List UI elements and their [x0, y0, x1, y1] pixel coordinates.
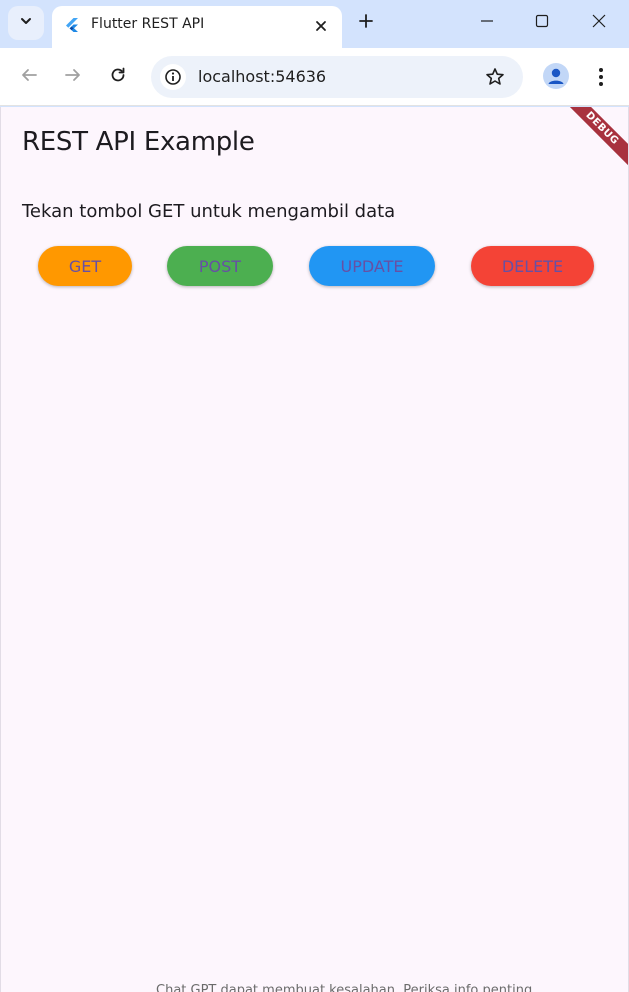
maximize-icon: [535, 14, 549, 33]
address-bar[interactable]: localhost:54636: [151, 56, 523, 98]
close-window-button[interactable]: [571, 0, 627, 46]
reload-icon: [109, 66, 127, 89]
maximize-button[interactable]: [514, 0, 570, 46]
kebab-menu-icon[interactable]: [588, 62, 614, 92]
app-page: DEBUG REST API Example Tekan tombol GET …: [0, 107, 629, 992]
browser-tab[interactable]: Flutter REST API: [52, 6, 342, 48]
page-title: REST API Example: [22, 127, 255, 157]
star-icon[interactable]: [483, 65, 507, 89]
info-icon[interactable]: [160, 64, 186, 90]
update-button[interactable]: UPDATE: [309, 246, 435, 286]
get-button[interactable]: GET: [38, 246, 132, 286]
post-button[interactable]: POST: [167, 246, 273, 286]
close-icon: [592, 14, 606, 33]
arrow-left-icon: [20, 66, 38, 89]
tab-strip: Flutter REST API: [0, 0, 629, 48]
reload-button[interactable]: [101, 60, 135, 94]
debug-banner: DEBUG: [554, 107, 628, 177]
minimize-icon: [480, 14, 494, 33]
avatar-icon[interactable]: [543, 63, 569, 89]
url-text[interactable]: localhost:54636: [198, 67, 326, 86]
footer-clipped-text: Chat GPT dapat membuat kesalahan. Periks…: [156, 983, 537, 992]
close-icon[interactable]: [310, 15, 332, 37]
tab-search-button[interactable]: [8, 6, 44, 40]
minimize-button[interactable]: [459, 0, 515, 46]
delete-button[interactable]: DELETE: [471, 246, 594, 286]
browser-toolbar: localhost:54636: [0, 48, 629, 106]
chevron-down-icon: [19, 14, 33, 33]
plus-icon: [358, 13, 374, 34]
back-button[interactable]: [12, 60, 46, 94]
arrow-right-icon: [64, 66, 82, 89]
flutter-logo-icon: [64, 17, 80, 33]
status-message: Tekan tombol GET untuk mengambil data: [22, 201, 396, 222]
forward-button[interactable]: [56, 60, 90, 94]
new-tab-button[interactable]: [352, 9, 380, 37]
tab-title: Flutter REST API: [91, 16, 205, 32]
